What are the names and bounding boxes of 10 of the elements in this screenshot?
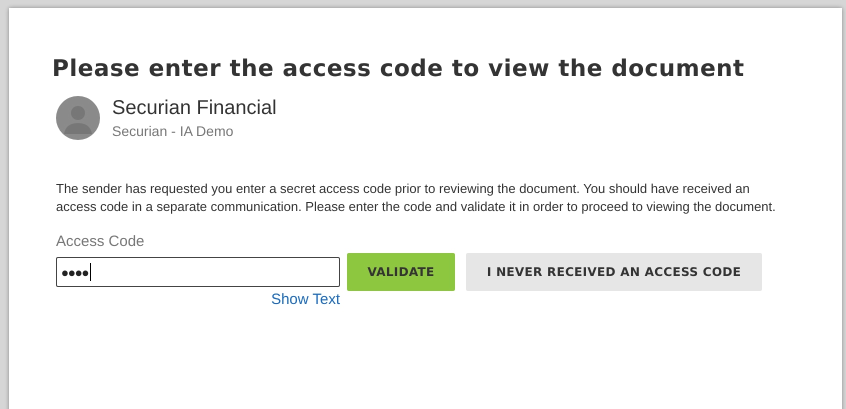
show-text-link[interactable]: Show Text [271,291,340,308]
sender-name: Securian Financial [112,97,277,120]
field-label: Access Code [56,233,144,250]
avatar-icon [56,96,100,140]
no-code-button[interactable]: I NEVER RECEIVED AN ACCESS CODE [466,253,762,291]
access-code-field[interactable]: ●●●● [56,257,340,287]
sender-subtitle: Securian - IA Demo [112,123,234,139]
instructions-text: The sender has requested you enter a secret access code prior to reviewing the document. You should have received an access code in a separate communication. Please enter the code and validate it in order to proceed to viewing the document. [56,180,776,216]
dialog-title: Please enter the access code to view the document [52,56,745,82]
validate-button[interactable]: VALIDATE [347,253,455,291]
